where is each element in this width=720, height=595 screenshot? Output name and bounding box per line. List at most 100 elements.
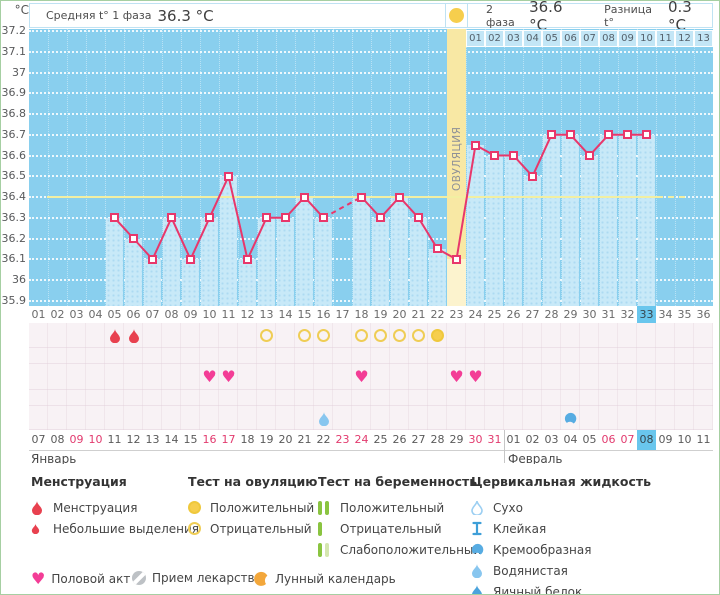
cycle-day-cell[interactable]: 01 (29, 306, 48, 323)
cervical-creamy-icon-cell[interactable] (564, 412, 577, 425)
temperature-point[interactable] (528, 172, 537, 181)
temperature-point[interactable] (433, 244, 442, 253)
cycle-day-cell[interactable]: 22 (428, 306, 447, 323)
temperature-point[interactable] (509, 151, 518, 160)
dpo-row: 01020304050607080910111213 (466, 30, 713, 47)
cycle-day-cell[interactable]: 09 (181, 306, 200, 323)
temperature-point[interactable] (585, 151, 594, 160)
temperature-point[interactable] (490, 151, 499, 160)
calendar-date-cell: 03 (542, 430, 561, 450)
temperature-point[interactable] (642, 130, 651, 139)
legend-item-label: Положительный (340, 501, 444, 515)
cycle-day-cell[interactable]: 27 (523, 306, 542, 323)
temperature-point[interactable] (623, 130, 632, 139)
intercourse-heart-icon-cell[interactable]: ♥ (468, 369, 484, 385)
y-axis-tick-label: 36.4 (1, 190, 26, 203)
cycle-day-cell[interactable]: 15 (295, 306, 314, 323)
menstruation-drop-icon-cell[interactable] (128, 328, 140, 343)
cycle-day-cell[interactable]: 30 (580, 306, 599, 323)
cycle-day-cell[interactable]: 17 (333, 306, 352, 323)
dpo-cell: 12 (675, 30, 694, 47)
cycle-day-cell[interactable]: 03 (67, 306, 86, 323)
y-axis-tick-label: 37.1 (1, 45, 26, 58)
temperature-point[interactable] (129, 234, 138, 243)
pregnancy-test-positive-icon (318, 501, 329, 515)
temperature-point[interactable] (167, 213, 176, 222)
cycle-day-cell[interactable]: 23 (447, 306, 466, 323)
intercourse-heart-icon-cell[interactable]: ♥ (202, 369, 218, 385)
spotting-drop-icon (31, 523, 40, 534)
cycle-day-cell[interactable]: 33 (637, 306, 656, 323)
temperature-point[interactable] (186, 255, 195, 264)
temperature-point[interactable] (319, 213, 328, 222)
cycle-day-cell[interactable]: 32 (618, 306, 637, 323)
cycle-day-cell[interactable]: 04 (86, 306, 105, 323)
intercourse-heart-icon-cell[interactable]: ♥ (221, 369, 237, 385)
legend-footer-label: Лунный календарь (275, 572, 396, 586)
cycle-day-cell[interactable]: 28 (542, 306, 561, 323)
temperature-point[interactable] (243, 255, 252, 264)
cycle-day-cell[interactable]: 34 (656, 306, 675, 323)
phase1-label: Средняя t° 1 фаза (46, 9, 152, 22)
ovulation-test-negative-icon-cell[interactable] (298, 329, 311, 342)
cycle-day-cell[interactable]: 13 (257, 306, 276, 323)
temperature-point[interactable] (452, 255, 461, 264)
ovulation-test-negative-icon-cell[interactable] (355, 329, 368, 342)
dpo-cell: 13 (694, 30, 713, 47)
ovulation-test-negative-icon-cell[interactable] (393, 329, 406, 342)
cycle-day-cell[interactable]: 05 (105, 306, 124, 323)
cycle-day-cell[interactable]: 12 (238, 306, 257, 323)
cycle-day-cell[interactable]: 19 (371, 306, 390, 323)
cycle-day-cell[interactable]: 07 (143, 306, 162, 323)
calendar-date-cell: 19 (257, 430, 276, 450)
temperature-point[interactable] (471, 141, 480, 150)
cycle-day-cell[interactable]: 06 (124, 306, 143, 323)
cycle-day-cell[interactable]: 16 (314, 306, 333, 323)
ovulation-test-negative-icon-cell[interactable] (412, 329, 425, 342)
temperature-point[interactable] (547, 130, 556, 139)
ovulation-test-negative-icon-cell[interactable] (317, 329, 330, 342)
cycle-day-cell[interactable]: 29 (561, 306, 580, 323)
cycle-day-cell[interactable]: 24 (466, 306, 485, 323)
cervical-watery-icon-cell[interactable] (318, 411, 330, 426)
cycle-day-cell[interactable]: 26 (504, 306, 523, 323)
temperature-point[interactable] (357, 193, 366, 202)
ovulation-test-negative-icon-cell[interactable] (260, 329, 273, 342)
calendar-date-cell: 07 (29, 430, 48, 450)
temperature-point[interactable] (604, 130, 613, 139)
dpo-cell: 04 (523, 30, 542, 47)
temperature-point[interactable] (262, 213, 271, 222)
temperature-point[interactable] (148, 255, 157, 264)
cycle-day-cell[interactable]: 10 (200, 306, 219, 323)
temperature-point[interactable] (224, 172, 233, 181)
legend-item-icon (471, 543, 493, 556)
temperature-point[interactable] (205, 213, 214, 222)
cycle-day-cell[interactable]: 21 (409, 306, 428, 323)
temperature-point[interactable] (110, 213, 119, 222)
intercourse-heart-icon-cell[interactable]: ♥ (449, 369, 465, 385)
legend-item-label: Менструация (53, 501, 137, 515)
temperature-point[interactable] (300, 193, 309, 202)
temperature-point[interactable] (281, 213, 290, 222)
cycle-day-cell[interactable]: 31 (599, 306, 618, 323)
y-axis-tick-label: 35.9 (1, 294, 26, 307)
cycle-day-cell[interactable]: 11 (219, 306, 238, 323)
temperature-point[interactable] (566, 130, 575, 139)
cycle-day-cell[interactable]: 35 (675, 306, 694, 323)
cycle-day-cell[interactable]: 08 (162, 306, 181, 323)
temperature-point[interactable] (414, 213, 423, 222)
cycle-day-cell[interactable]: 36 (694, 306, 713, 323)
intercourse-heart-icon-cell[interactable]: ♥ (354, 369, 370, 385)
cycle-day-cell[interactable]: 20 (390, 306, 409, 323)
cycle-day-cell[interactable]: 02 (48, 306, 67, 323)
y-axis-tick-label: 36.5 (1, 169, 26, 182)
ovulation-test-negative-icon (374, 329, 387, 342)
ovulation-test-positive-icon-cell[interactable] (431, 329, 444, 342)
menstruation-drop-icon-cell[interactable] (109, 328, 121, 343)
cycle-day-cell[interactable]: 25 (485, 306, 504, 323)
ovulation-test-negative-icon-cell[interactable] (374, 329, 387, 342)
temperature-point[interactable] (376, 213, 385, 222)
cycle-day-cell[interactable]: 18 (352, 306, 371, 323)
cycle-day-cell[interactable]: 14 (276, 306, 295, 323)
temperature-point[interactable] (395, 193, 404, 202)
